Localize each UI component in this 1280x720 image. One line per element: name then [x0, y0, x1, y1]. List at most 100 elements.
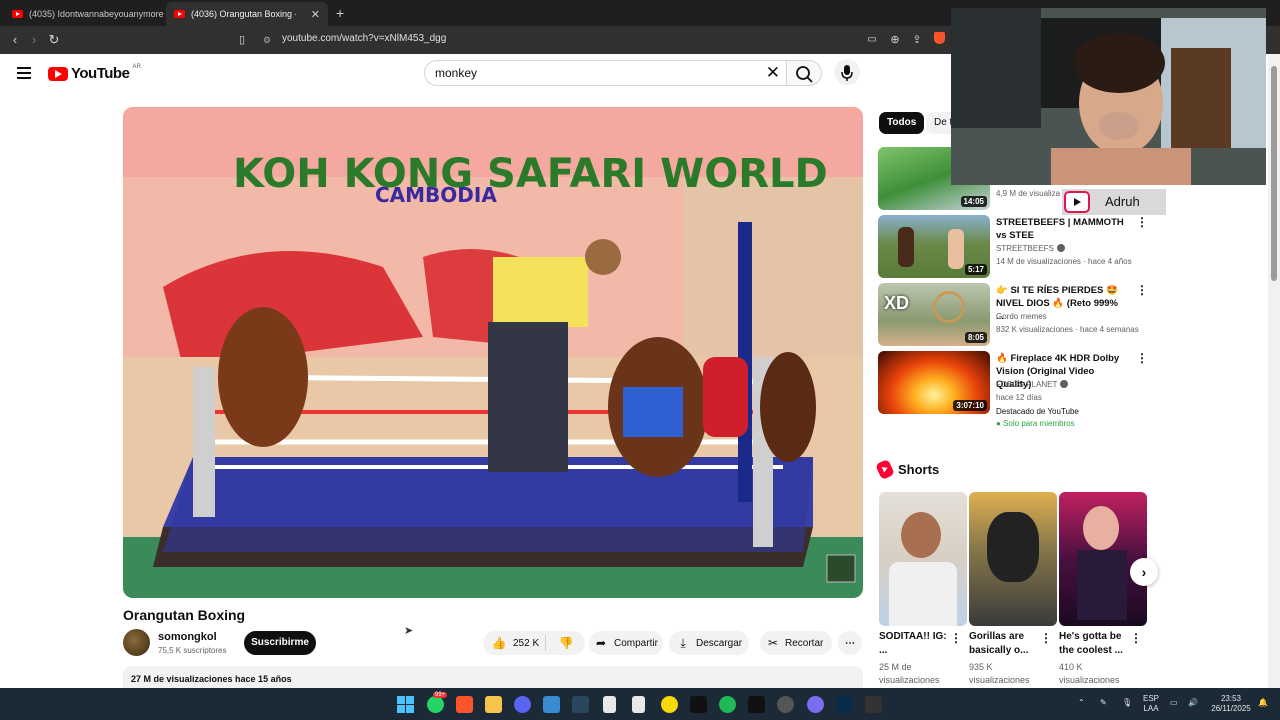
more-vertical-icon[interactable]: ⋮	[1136, 352, 1148, 364]
play-button-icon	[1064, 191, 1090, 213]
plus-icon[interactable]: +	[336, 5, 344, 21]
zoom-icon[interactable]: ⊕	[886, 31, 904, 49]
back-arrow-icon[interactable]: ‹	[6, 31, 24, 49]
capcut-icon[interactable]	[690, 696, 707, 713]
video-thumbnail[interactable]: 3:07:10	[878, 351, 990, 414]
notifications-icon[interactable]: 🔔	[1258, 698, 1268, 708]
bookmark-icon[interactable]: ▯	[233, 31, 251, 49]
channel-avatar[interactable]	[123, 629, 150, 656]
verified-badge-icon	[1056, 244, 1065, 252]
whatsapp-icon[interactable]	[427, 696, 444, 713]
video-title: Orangutan Boxing	[123, 607, 246, 623]
video-overlay-subtitle: CAMBODIA	[375, 183, 497, 207]
notification-badge: 99+	[433, 692, 448, 698]
photoshop-icon[interactable]	[836, 696, 853, 713]
short-title[interactable]: He's gotta be the coolest ...	[1059, 630, 1135, 658]
volume-icon[interactable]: 🔊	[1188, 698, 1198, 708]
shorts-logo-icon	[875, 458, 895, 481]
recommendation-item[interactable]: 3:07:10 🔥 Fireplace 4K HDR Dolby Vision …	[878, 351, 1148, 435]
video-thumbnail[interactable]: XD 8:05	[878, 283, 990, 346]
more-vertical-icon[interactable]: ⋮	[1136, 216, 1148, 228]
date: 26/11/2025	[1211, 704, 1251, 713]
site-info-icon[interactable]: ⚙	[258, 31, 276, 49]
photos-icon[interactable]	[543, 696, 560, 713]
shorts-next-arrow-icon[interactable]: ›	[1130, 558, 1158, 586]
clip-button[interactable]: ✂ Recortar	[760, 631, 832, 655]
share-label: Compartir	[614, 637, 658, 649]
download-button[interactable]: ⤓ Descargar	[669, 631, 749, 655]
language-indicator[interactable]: ESP LAA	[1143, 694, 1159, 714]
tab-inactive[interactable]: (4035) Idontwannabeyouanymore Co	[4, 2, 164, 26]
steam-icon[interactable]	[572, 696, 589, 713]
voice-search-button[interactable]	[834, 59, 860, 85]
reload-icon[interactable]: ↻	[45, 31, 63, 49]
share-arrow-icon: ➦	[595, 636, 607, 650]
more-horizontal-icon: ⋯	[845, 637, 855, 649]
youtube-logo[interactable]: YouTube AR	[48, 64, 141, 82]
thumbs-up-icon: 👍	[491, 636, 507, 650]
short-title[interactable]: Gorillas are basically o...	[969, 630, 1045, 658]
pen-icon[interactable]: ✎	[1100, 698, 1107, 708]
channel-name[interactable]: somongkol	[158, 631, 217, 643]
members-icon: ●	[996, 419, 1001, 428]
video-meta: 4,9 M de visualiza	[996, 189, 1061, 198]
file-explorer-icon[interactable]	[485, 696, 502, 713]
recommendation-item[interactable]: XD 8:05 👉 SI TE RÍES PIERDES 🤩 NIVEL DIO…	[878, 283, 1148, 347]
epic-games-icon[interactable]	[865, 696, 882, 713]
windows-start-icon[interactable]	[397, 696, 414, 713]
forward-arrow-icon[interactable]: ›	[25, 31, 43, 49]
video-frame: KOH KONG SAFARI WORLD CAMBODIA	[123, 107, 863, 598]
more-actions-button[interactable]: ⋯	[838, 631, 862, 655]
tiktok-icon[interactable]	[748, 696, 765, 713]
scrollbar-thumb[interactable]	[1271, 66, 1277, 281]
more-vertical-icon[interactable]: ⋮	[950, 632, 962, 644]
video-thumbnail[interactable]: 5:17	[878, 215, 990, 278]
app-icon[interactable]	[807, 696, 824, 713]
clear-search-icon[interactable]: ✕	[766, 63, 780, 83]
cast-icon[interactable]: ▭	[863, 31, 881, 49]
short-thumbnail[interactable]	[1059, 492, 1147, 626]
address-bar[interactable]: youtube.com/watch?v=xNlM453_dgg	[282, 33, 446, 44]
short-title[interactable]: SODITAA!! IG: ...	[879, 630, 955, 658]
short-views: 410 K visualizaciones	[1059, 662, 1120, 685]
discord-icon[interactable]	[514, 696, 531, 713]
dislike-button[interactable]: 👎	[551, 631, 581, 655]
app-icon[interactable]	[661, 696, 678, 713]
more-vertical-icon[interactable]: ⋮	[1040, 632, 1052, 644]
short-thumbnail[interactable]	[969, 492, 1057, 626]
tab-active[interactable]: (4036) Orangutan Boxing - Yo ✕	[166, 2, 328, 26]
like-button[interactable]: 👍 252 K	[483, 631, 545, 655]
chip-all[interactable]: Todos	[879, 112, 925, 134]
search-button[interactable]	[786, 60, 822, 86]
tab-close-icon[interactable]: ✕	[311, 8, 320, 21]
chevron-up-icon[interactable]: ⌃	[1078, 698, 1085, 708]
microphone-icon[interactable]: 🎙	[1122, 698, 1132, 708]
video-duration: 14:05	[960, 196, 987, 207]
document-icon[interactable]	[603, 696, 616, 713]
hamburger-menu-icon[interactable]	[17, 67, 31, 79]
share-button[interactable]: ➦ Compartir	[589, 631, 663, 655]
video-duration: 5:17	[964, 264, 987, 275]
network-icon[interactable]: ▭	[1170, 698, 1178, 708]
recommendation-item[interactable]: 5:17 STREETBEEFS | MAMMOTH vs STEE STREE…	[878, 215, 1148, 279]
video-player[interactable]: KOH KONG SAFARI WORLD CAMBODIA	[123, 107, 863, 598]
views-and-date: 27 M de visualizaciones hace 15 años	[131, 674, 292, 684]
brave-browser-icon[interactable]	[456, 696, 473, 713]
like-dislike-group: 👍 252 K 👎	[483, 631, 585, 655]
subscriber-count: 75,5 K suscriptores	[158, 646, 227, 655]
brave-shield-icon[interactable]	[930, 31, 948, 49]
obs-icon[interactable]	[777, 696, 794, 713]
more-vertical-icon[interactable]: ⋮	[1136, 284, 1148, 296]
page-scrollbar[interactable]	[1268, 54, 1280, 688]
more-vertical-icon[interactable]: ⋮	[1130, 632, 1142, 644]
search-input[interactable]	[435, 66, 735, 80]
short-thumbnail[interactable]	[879, 492, 967, 626]
clock[interactable]: 23:53 26/11/2025	[1208, 694, 1254, 714]
subscribe-button[interactable]: Suscribirme	[244, 631, 316, 655]
share-icon[interactable]: ⇪	[908, 31, 926, 49]
mouse-cursor-icon: ➤	[404, 625, 414, 637]
document-icon[interactable]	[632, 696, 645, 713]
spotify-icon[interactable]	[719, 696, 736, 713]
short-views: 935 K visualizaciones	[969, 662, 1030, 685]
video-overlay-title: KOH KONG SAFARI WORLD	[233, 151, 828, 197]
